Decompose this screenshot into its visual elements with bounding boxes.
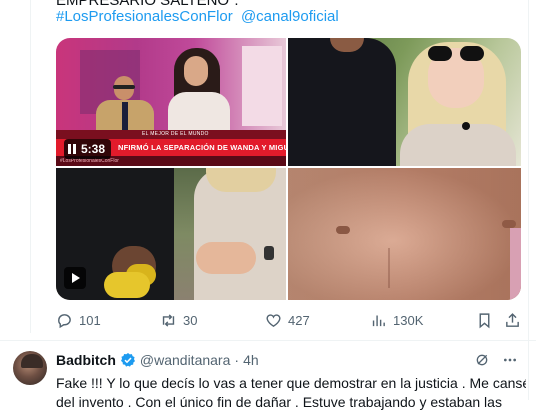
reply-author-handle[interactable]: @wanditanara bbox=[140, 352, 231, 368]
media-photo-torso[interactable] bbox=[288, 168, 521, 300]
retweet-icon bbox=[162, 313, 175, 327]
tweet-actions: 101 30 427 130K bbox=[56, 311, 521, 329]
analytics-icon bbox=[372, 315, 385, 326]
video-duration: 5:38 bbox=[81, 142, 106, 156]
like-button[interactable]: 427 bbox=[265, 311, 310, 329]
verified-badge-icon bbox=[120, 353, 135, 367]
tv-headline: NFIRMÓ LA SEPARACIÓN DE WANDA Y MIGUELES bbox=[118, 143, 286, 152]
mention-link[interactable]: @canal9oficial bbox=[241, 8, 339, 25]
heart-icon bbox=[266, 313, 281, 327]
views-button[interactable]: 130K bbox=[370, 311, 423, 329]
like-count: 427 bbox=[288, 312, 310, 328]
play-icon[interactable] bbox=[64, 267, 86, 289]
bananas bbox=[104, 272, 150, 298]
woman-hair bbox=[206, 168, 276, 192]
skin-shading bbox=[288, 168, 521, 300]
reply-header: Badbitch @wanditanara · 4h bbox=[56, 351, 259, 369]
tweet-hashtags: #LosProfesionalesConFlor @canal9oficial bbox=[56, 7, 343, 27]
reply-text: Fake !!! Y lo que decís lo vas a tener q… bbox=[56, 374, 526, 412]
torso-detail bbox=[502, 220, 516, 228]
more-icon[interactable] bbox=[502, 352, 518, 368]
background-strip bbox=[510, 228, 521, 300]
host-glasses bbox=[113, 85, 135, 89]
woman-top bbox=[400, 124, 516, 166]
thread-line bbox=[30, 0, 31, 333]
separator-dot: · bbox=[234, 352, 240, 368]
reply-text-line: Fake !!! Y lo que decís lo vas a tener q… bbox=[56, 375, 526, 391]
share-button[interactable] bbox=[504, 311, 521, 329]
pause-icon bbox=[68, 144, 76, 154]
lapel-mic bbox=[462, 122, 470, 130]
torso-detail bbox=[336, 226, 350, 234]
man-figure bbox=[288, 38, 396, 166]
reply-tweet[interactable]: Badbitch @wanditanara · 4h Fake !!! Y lo… bbox=[0, 341, 536, 410]
presenter-face bbox=[184, 56, 208, 86]
media-video-bananas[interactable] bbox=[56, 168, 286, 300]
media-grid: EL MEJOR DE EL MUNDO NFIRMÓ LA SEPARACIÓ… bbox=[56, 38, 521, 300]
reply-count: 101 bbox=[79, 312, 101, 328]
share-icon bbox=[506, 312, 519, 327]
wristwatch bbox=[264, 246, 274, 260]
bookmark-button[interactable] bbox=[476, 311, 493, 329]
retweet-button[interactable]: 30 bbox=[160, 311, 197, 329]
reply-tools bbox=[474, 351, 518, 369]
reply-author-name[interactable]: Badbitch bbox=[56, 352, 116, 368]
bookmark-icon bbox=[479, 312, 490, 328]
reply-text-line: del invento . Con el único fin de dañar … bbox=[56, 394, 502, 410]
retweet-count: 30 bbox=[183, 312, 198, 328]
timeline: EMPRESARIO SALTEÑO". #LosProfesionalesCo… bbox=[0, 0, 536, 410]
tv-banner: EL MEJOR DE EL MUNDO bbox=[56, 130, 286, 139]
media-video-tv[interactable]: EL MEJOR DE EL MUNDO NFIRMÓ LA SEPARACIÓ… bbox=[56, 38, 286, 166]
reply-icon bbox=[58, 313, 71, 328]
reply-timestamp[interactable]: 4h bbox=[243, 352, 259, 368]
hashtag-link[interactable]: #LosProfesionalesConFlor bbox=[56, 8, 233, 25]
media-photo-couple[interactable] bbox=[288, 38, 521, 166]
views-count: 130K bbox=[393, 312, 424, 328]
torso-crease bbox=[388, 248, 390, 288]
woman-hands bbox=[196, 242, 256, 274]
avatar[interactable] bbox=[13, 351, 47, 385]
reply-button[interactable]: 101 bbox=[56, 311, 101, 329]
tv-banner-text: EL MEJOR DE EL MUNDO bbox=[142, 131, 209, 137]
studio-panel bbox=[242, 46, 282, 126]
host-tie bbox=[122, 102, 128, 132]
grok-icon[interactable] bbox=[474, 352, 490, 368]
video-duration-badge[interactable]: 5:38 bbox=[64, 139, 112, 159]
sunglasses bbox=[428, 46, 484, 62]
